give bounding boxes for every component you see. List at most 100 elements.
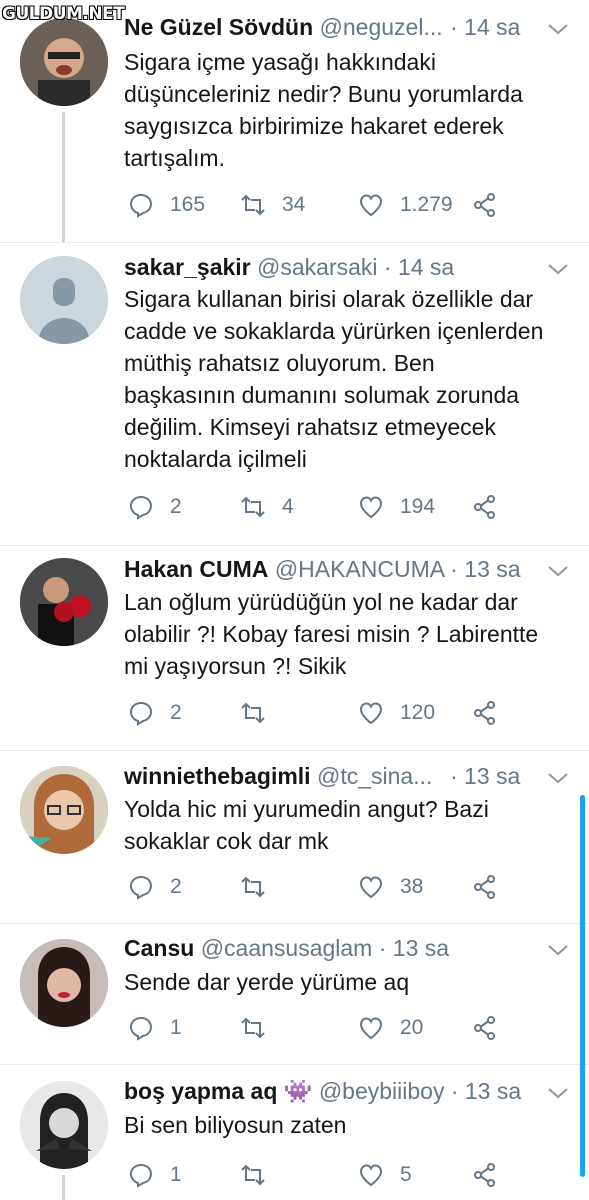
user-handle[interactable]: @HAKANCUMA · 13 sa bbox=[275, 556, 521, 582]
avatar[interactable] bbox=[20, 939, 108, 1027]
tweet-1[interactable]: sakar_şakir @sakarsaki · 14 sa Sigara ku… bbox=[0, 243, 589, 545]
share-icon bbox=[474, 1016, 495, 1040]
like-button[interactable]: 120 bbox=[358, 696, 435, 730]
tweet-header: sakar_şakir @sakarsaki · 14 sa bbox=[124, 254, 569, 286]
avatar[interactable] bbox=[20, 558, 108, 646]
tweet-header: boş yapma aq 👾 @beybiiiboy · 13 sa bbox=[124, 1078, 569, 1110]
share-icon bbox=[474, 701, 495, 725]
tweet-text: Sigara içme yasağı hakkındaki düşünceler… bbox=[124, 49, 523, 171]
reply-button[interactable]: 2 bbox=[128, 696, 182, 730]
like-button[interactable]: 38 bbox=[358, 870, 423, 904]
retweet-icon bbox=[241, 876, 265, 898]
like-count: 20 bbox=[400, 1016, 424, 1039]
user-handle[interactable]: @caansusaglam · 13 sa bbox=[201, 935, 449, 961]
tweet-text: Sende dar yerde yürüme aq bbox=[124, 969, 410, 995]
like-count: 5 bbox=[400, 1163, 412, 1186]
reply-count: 2 bbox=[170, 495, 182, 518]
retweet-count: 34 bbox=[282, 193, 306, 216]
share-button[interactable] bbox=[472, 1158, 498, 1192]
chevron-down-icon[interactable] bbox=[547, 943, 569, 957]
share-button[interactable] bbox=[472, 696, 498, 730]
reply-button[interactable]: 1 bbox=[128, 1011, 182, 1045]
tweet-actions: 1 20 bbox=[124, 1011, 569, 1045]
display-name[interactable]: Hakan CUMA bbox=[124, 556, 268, 582]
thread-line bbox=[62, 112, 65, 242]
user-handle[interactable]: @beybiiiboy · 13 sa bbox=[319, 1078, 521, 1104]
like-icon bbox=[359, 194, 383, 217]
like-count: 38 bbox=[400, 875, 424, 898]
watermark: GULDUM.NET bbox=[2, 4, 125, 24]
retweet-count: 4 bbox=[282, 495, 294, 518]
share-icon bbox=[474, 875, 495, 899]
chevron-down-icon[interactable] bbox=[547, 771, 569, 785]
share-icon bbox=[474, 1163, 495, 1187]
user-handle[interactable]: @sakarsaki · 14 sa bbox=[257, 254, 454, 280]
retweet-icon bbox=[241, 496, 265, 518]
chevron-down-icon[interactable] bbox=[547, 262, 569, 276]
avatar[interactable] bbox=[20, 1081, 108, 1169]
reply-button[interactable]: 165 bbox=[128, 188, 205, 222]
reply-count: 2 bbox=[170, 701, 182, 724]
like-button[interactable]: 5 bbox=[358, 1158, 412, 1192]
reply-count: 2 bbox=[170, 875, 182, 898]
reply-icon bbox=[129, 1163, 153, 1188]
avatar[interactable] bbox=[20, 766, 108, 854]
retweet-button[interactable] bbox=[240, 696, 282, 730]
retweet-button[interactable]: 4 bbox=[240, 490, 294, 524]
reply-icon bbox=[129, 1016, 153, 1041]
tweet-actions: 2 38 bbox=[124, 870, 569, 904]
tweet-actions: 165 34 1.279 bbox=[124, 188, 569, 222]
retweet-button[interactable]: 34 bbox=[240, 188, 305, 222]
retweet-icon bbox=[241, 1164, 265, 1186]
like-button[interactable]: 194 bbox=[358, 490, 435, 524]
tweet-header: Hakan CUMA @HAKANCUMA · 13 sa bbox=[124, 556, 569, 588]
timestamp[interactable]: · 13 sa bbox=[450, 763, 520, 790]
retweet-button[interactable] bbox=[240, 870, 282, 904]
reply-button[interactable]: 2 bbox=[128, 870, 182, 904]
display-name[interactable]: Cansu bbox=[124, 935, 194, 961]
timestamp[interactable]: · 14 sa bbox=[450, 14, 520, 41]
avatar[interactable] bbox=[20, 18, 108, 106]
like-icon bbox=[359, 702, 383, 725]
like-icon bbox=[359, 496, 383, 519]
retweet-button[interactable] bbox=[240, 1158, 282, 1192]
display-name[interactable]: boş yapma aq 👾 bbox=[124, 1078, 312, 1104]
like-count: 120 bbox=[400, 701, 436, 724]
display-name[interactable]: winniethebagimli bbox=[124, 763, 311, 789]
reply-button[interactable]: 1 bbox=[128, 1158, 182, 1192]
display-name[interactable]: sakar_şakir bbox=[124, 254, 251, 280]
chevron-down-icon[interactable] bbox=[547, 564, 569, 578]
like-icon bbox=[359, 876, 383, 899]
retweet-icon bbox=[241, 1017, 265, 1039]
avatar[interactable] bbox=[20, 256, 108, 344]
chevron-down-icon[interactable] bbox=[547, 22, 569, 36]
retweet-button[interactable] bbox=[240, 1011, 282, 1045]
like-button[interactable]: 20 bbox=[358, 1011, 423, 1045]
like-button[interactable]: 1.279 bbox=[358, 188, 453, 222]
share-button[interactable] bbox=[472, 870, 498, 904]
user-handle[interactable]: @neguzel... bbox=[320, 14, 443, 40]
scrollbar[interactable] bbox=[580, 795, 585, 1177]
reply-icon bbox=[129, 875, 153, 900]
thread-line bbox=[62, 1175, 65, 1200]
reply-count: 1 bbox=[170, 1016, 182, 1039]
tweet-5[interactable]: boş yapma aq 👾 @beybiiiboy · 13 sa Bi se… bbox=[0, 1065, 589, 1200]
reply-count: 165 bbox=[170, 193, 206, 216]
share-button[interactable] bbox=[472, 1011, 498, 1045]
share-button[interactable] bbox=[472, 490, 498, 524]
display-name[interactable]: Ne Güzel Sövdün bbox=[124, 14, 313, 40]
reply-icon bbox=[129, 701, 153, 726]
reply-button[interactable]: 2 bbox=[128, 490, 182, 524]
tweet-2[interactable]: Hakan CUMA @HAKANCUMA · 13 sa Lan oğlum … bbox=[0, 546, 589, 750]
tweet-4[interactable]: Cansu @caansusaglam · 13 sa Sende dar ye… bbox=[0, 924, 589, 1064]
user-handle[interactable]: @tc_sina... bbox=[317, 763, 432, 789]
tweet-0[interactable]: Ne Güzel Sövdün @neguzel... · 14 sa Siga… bbox=[0, 0, 589, 242]
tweet-3[interactable]: winniethebagimli @tc_sina... · 13 sa Yol… bbox=[0, 751, 589, 923]
tweet-header: Ne Güzel Sövdün @neguzel... · 14 sa bbox=[124, 14, 569, 46]
share-icon bbox=[474, 193, 495, 217]
share-button[interactable] bbox=[472, 188, 498, 222]
chevron-down-icon[interactable] bbox=[547, 1086, 569, 1100]
tweet-text: Sigara kullanan birisi olarak özellikle … bbox=[124, 286, 544, 472]
like-icon bbox=[359, 1017, 383, 1040]
tweet-actions: 2 4 194 bbox=[124, 490, 569, 524]
